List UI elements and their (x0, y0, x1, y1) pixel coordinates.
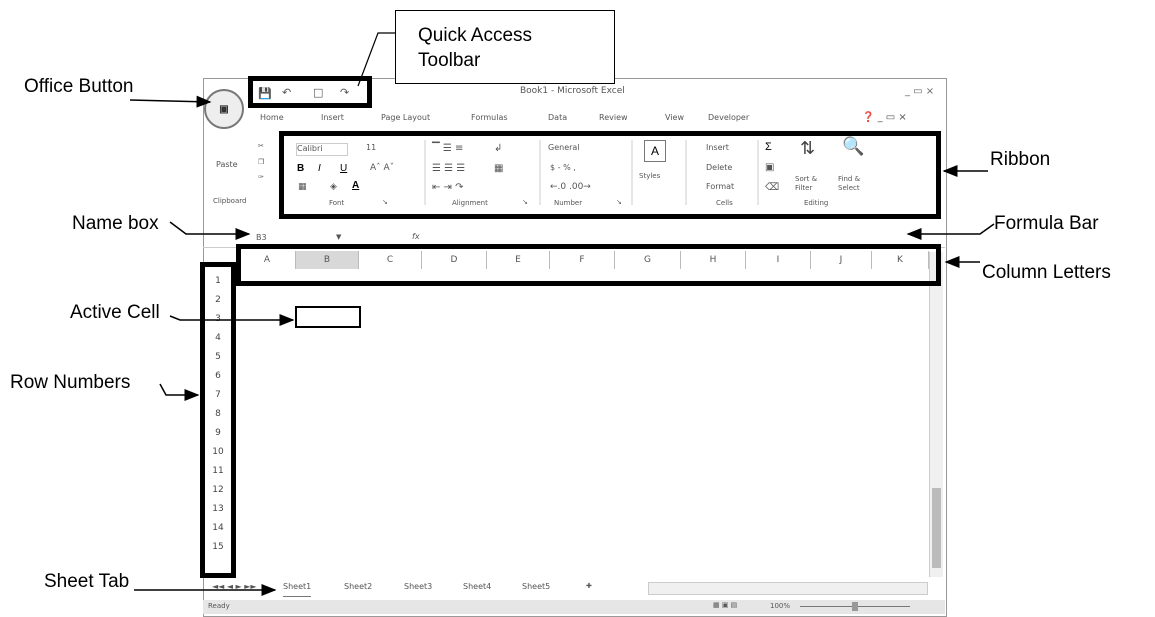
formula-bar-arrow (906, 223, 995, 240)
quick-access-leader (357, 32, 395, 87)
row-numbers-arrow (159, 383, 200, 401)
name-box-arrow (169, 221, 251, 240)
office-button-arrow (129, 95, 212, 108)
active-cell-arrow (169, 314, 295, 326)
callout-arrows (129, 32, 995, 596)
